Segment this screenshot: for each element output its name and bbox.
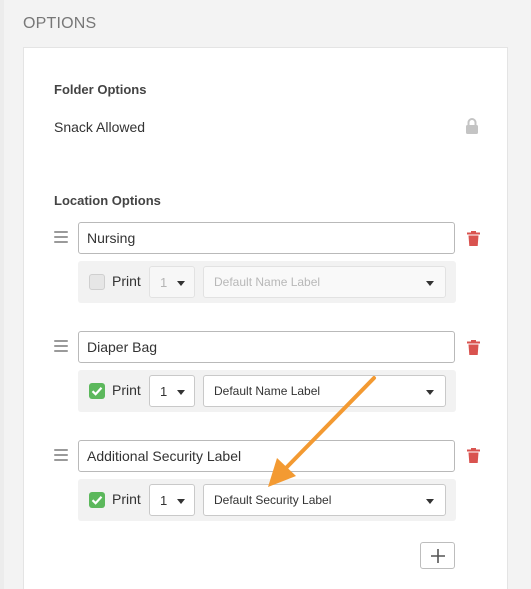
- plus-icon: [431, 549, 445, 563]
- print-options-row: Print 1 Default Name Label: [78, 261, 456, 303]
- chevron-down-icon: [426, 499, 434, 504]
- print-options-row: Print 1 Default Name Label: [78, 370, 456, 412]
- quantity-value: 1: [160, 384, 168, 399]
- print-checkbox[interactable]: [89, 274, 105, 290]
- checkmark-icon: [91, 496, 103, 505]
- left-rail: [0, 0, 4, 589]
- print-label: Print: [112, 491, 141, 507]
- label-template-select[interactable]: Default Name Label: [203, 266, 446, 298]
- add-location-button[interactable]: [420, 542, 455, 569]
- drag-handle-icon[interactable]: [54, 340, 68, 352]
- drag-handle-icon[interactable]: [54, 231, 68, 243]
- label-template-value: Default Security Label: [214, 493, 332, 507]
- chevron-down-icon: [177, 390, 185, 395]
- quantity-select[interactable]: 1: [149, 484, 195, 516]
- print-checkbox[interactable]: [89, 383, 105, 399]
- section-title: OPTIONS: [23, 15, 97, 32]
- chevron-down-icon: [426, 281, 434, 286]
- lock-icon: [466, 118, 478, 134]
- chevron-down-icon: [177, 281, 185, 286]
- location-name-input[interactable]: [78, 331, 455, 363]
- label-template-select[interactable]: Default Security Label: [203, 484, 446, 516]
- print-checkbox[interactable]: [89, 492, 105, 508]
- trash-icon[interactable]: [467, 448, 480, 463]
- label-template-value: Default Name Label: [214, 384, 321, 398]
- folder-options-heading: Folder Options: [54, 82, 147, 97]
- checkmark-icon: [91, 387, 103, 396]
- quantity-value: 1: [160, 275, 168, 290]
- quantity-select[interactable]: 1: [149, 375, 195, 407]
- location-name-input[interactable]: [78, 222, 455, 254]
- label-template-select[interactable]: Default Name Label: [203, 375, 446, 407]
- location-name-input[interactable]: [78, 440, 455, 472]
- quantity-value: 1: [160, 493, 168, 508]
- print-label: Print: [112, 382, 141, 398]
- trash-icon[interactable]: [467, 340, 480, 355]
- print-label: Print: [112, 273, 141, 289]
- options-panel: Folder Options Snack Allowed Location Op…: [23, 47, 508, 589]
- snack-allowed-label: Snack Allowed: [54, 119, 146, 135]
- label-template-value: Default Name Label: [214, 275, 321, 289]
- chevron-down-icon: [177, 499, 185, 504]
- location-options-heading: Location Options: [54, 193, 161, 208]
- trash-icon[interactable]: [467, 231, 480, 246]
- drag-handle-icon[interactable]: [54, 449, 68, 461]
- chevron-down-icon: [426, 390, 434, 395]
- print-options-row: Print 1 Default Security Label: [78, 479, 456, 521]
- quantity-select[interactable]: 1: [149, 266, 195, 298]
